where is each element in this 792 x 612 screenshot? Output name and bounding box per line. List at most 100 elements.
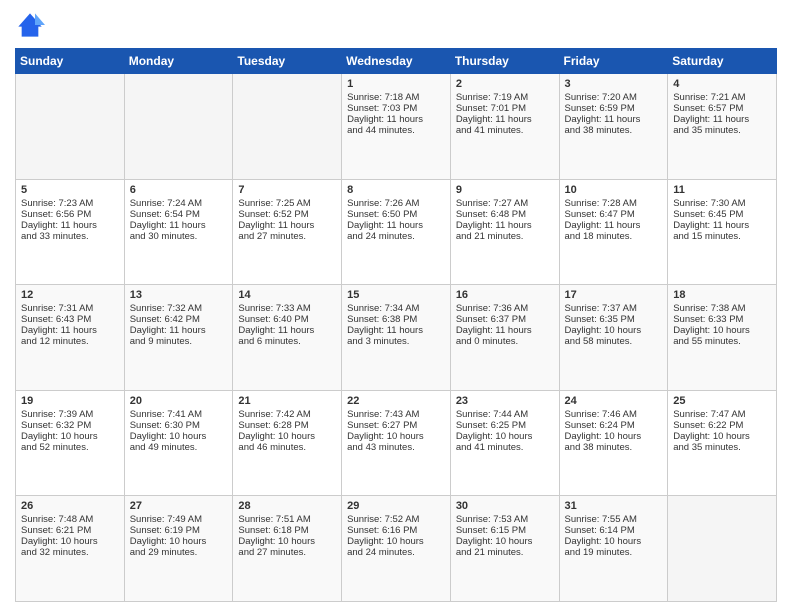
day-info: Sunrise: 7:19 AM [456, 92, 554, 103]
day-info: Sunrise: 7:52 AM [347, 514, 445, 525]
calendar-cell: 7Sunrise: 7:25 AMSunset: 6:52 PMDaylight… [233, 179, 342, 285]
calendar-cell: 19Sunrise: 7:39 AMSunset: 6:32 PMDayligh… [16, 390, 125, 496]
day-number: 19 [21, 395, 119, 407]
logo [15, 10, 49, 40]
day-info: Daylight: 11 hours [456, 325, 554, 336]
day-number: 13 [130, 289, 228, 301]
day-info: and 12 minutes. [21, 336, 119, 347]
day-info: and 46 minutes. [238, 442, 336, 453]
day-info: Daylight: 10 hours [238, 431, 336, 442]
day-number: 10 [565, 184, 663, 196]
day-info: Sunrise: 7:46 AM [565, 409, 663, 420]
day-info: Sunrise: 7:33 AM [238, 303, 336, 314]
calendar-cell: 6Sunrise: 7:24 AMSunset: 6:54 PMDaylight… [124, 179, 233, 285]
calendar-cell: 5Sunrise: 7:23 AMSunset: 6:56 PMDaylight… [16, 179, 125, 285]
calendar-cell: 23Sunrise: 7:44 AMSunset: 6:25 PMDayligh… [450, 390, 559, 496]
day-info: Sunset: 6:18 PM [238, 525, 336, 536]
day-info: Sunset: 6:14 PM [565, 525, 663, 536]
day-info: Sunset: 6:54 PM [130, 209, 228, 220]
day-info: Daylight: 10 hours [347, 536, 445, 547]
day-info: Sunset: 6:42 PM [130, 314, 228, 325]
day-info: Sunset: 6:45 PM [673, 209, 771, 220]
day-number: 29 [347, 500, 445, 512]
day-number: 3 [565, 78, 663, 90]
day-info: Sunrise: 7:34 AM [347, 303, 445, 314]
day-info: Sunrise: 7:44 AM [456, 409, 554, 420]
day-number: 8 [347, 184, 445, 196]
page: SundayMondayTuesdayWednesdayThursdayFrid… [0, 0, 792, 612]
day-info: Daylight: 10 hours [21, 431, 119, 442]
day-info: Daylight: 11 hours [130, 325, 228, 336]
day-number: 21 [238, 395, 336, 407]
day-info: Daylight: 10 hours [565, 536, 663, 547]
day-info: Sunset: 6:24 PM [565, 420, 663, 431]
day-info: Sunset: 6:32 PM [21, 420, 119, 431]
calendar-cell: 18Sunrise: 7:38 AMSunset: 6:33 PMDayligh… [668, 285, 777, 391]
calendar-cell [124, 74, 233, 180]
day-number: 18 [673, 289, 771, 301]
day-number: 15 [347, 289, 445, 301]
calendar-cell: 14Sunrise: 7:33 AMSunset: 6:40 PMDayligh… [233, 285, 342, 391]
day-number: 12 [21, 289, 119, 301]
weekday-tuesday: Tuesday [233, 49, 342, 74]
calendar-cell: 21Sunrise: 7:42 AMSunset: 6:28 PMDayligh… [233, 390, 342, 496]
calendar-cell: 17Sunrise: 7:37 AMSunset: 6:35 PMDayligh… [559, 285, 668, 391]
calendar-cell [16, 74, 125, 180]
weekday-monday: Monday [124, 49, 233, 74]
day-number: 2 [456, 78, 554, 90]
day-number: 7 [238, 184, 336, 196]
day-info: and 52 minutes. [21, 442, 119, 453]
day-info: and 29 minutes. [130, 547, 228, 558]
day-info: and 27 minutes. [238, 547, 336, 558]
day-info: Sunset: 7:01 PM [456, 103, 554, 114]
day-info: Sunset: 6:16 PM [347, 525, 445, 536]
day-info: Sunset: 6:59 PM [565, 103, 663, 114]
calendar-cell: 11Sunrise: 7:30 AMSunset: 6:45 PMDayligh… [668, 179, 777, 285]
weekday-thursday: Thursday [450, 49, 559, 74]
day-info: Sunrise: 7:30 AM [673, 198, 771, 209]
day-info: Sunrise: 7:28 AM [565, 198, 663, 209]
day-info: Sunrise: 7:20 AM [565, 92, 663, 103]
day-info: Sunrise: 7:27 AM [456, 198, 554, 209]
day-info: Sunrise: 7:37 AM [565, 303, 663, 314]
day-info: Daylight: 11 hours [565, 220, 663, 231]
header [15, 10, 777, 40]
day-info: Sunset: 6:37 PM [456, 314, 554, 325]
day-info: Sunset: 6:22 PM [673, 420, 771, 431]
day-info: Sunset: 6:38 PM [347, 314, 445, 325]
day-info: and 41 minutes. [456, 442, 554, 453]
calendar-cell: 16Sunrise: 7:36 AMSunset: 6:37 PMDayligh… [450, 285, 559, 391]
day-number: 25 [673, 395, 771, 407]
day-info: Sunset: 6:56 PM [21, 209, 119, 220]
day-number: 14 [238, 289, 336, 301]
weekday-header-row: SundayMondayTuesdayWednesdayThursdayFrid… [16, 49, 777, 74]
weekday-sunday: Sunday [16, 49, 125, 74]
week-row-1: 1Sunrise: 7:18 AMSunset: 7:03 PMDaylight… [16, 74, 777, 180]
calendar-cell [668, 496, 777, 602]
day-info: Sunrise: 7:18 AM [347, 92, 445, 103]
day-info: and 0 minutes. [456, 336, 554, 347]
day-info: Daylight: 10 hours [673, 325, 771, 336]
day-info: Sunrise: 7:49 AM [130, 514, 228, 525]
day-info: Daylight: 11 hours [21, 325, 119, 336]
day-info: and 6 minutes. [238, 336, 336, 347]
day-info: Daylight: 11 hours [456, 114, 554, 125]
day-info: Daylight: 11 hours [347, 220, 445, 231]
calendar-cell: 4Sunrise: 7:21 AMSunset: 6:57 PMDaylight… [668, 74, 777, 180]
day-number: 11 [673, 184, 771, 196]
day-info: and 55 minutes. [673, 336, 771, 347]
day-info: Daylight: 11 hours [565, 114, 663, 125]
calendar-cell: 1Sunrise: 7:18 AMSunset: 7:03 PMDaylight… [342, 74, 451, 180]
day-info: and 41 minutes. [456, 125, 554, 136]
calendar-cell: 10Sunrise: 7:28 AMSunset: 6:47 PMDayligh… [559, 179, 668, 285]
day-info: Sunset: 6:40 PM [238, 314, 336, 325]
day-number: 1 [347, 78, 445, 90]
day-info: Sunrise: 7:51 AM [238, 514, 336, 525]
day-number: 9 [456, 184, 554, 196]
day-info: and 9 minutes. [130, 336, 228, 347]
day-info: Sunset: 6:52 PM [238, 209, 336, 220]
week-row-5: 26Sunrise: 7:48 AMSunset: 6:21 PMDayligh… [16, 496, 777, 602]
day-info: Daylight: 10 hours [130, 536, 228, 547]
day-number: 4 [673, 78, 771, 90]
day-number: 5 [21, 184, 119, 196]
